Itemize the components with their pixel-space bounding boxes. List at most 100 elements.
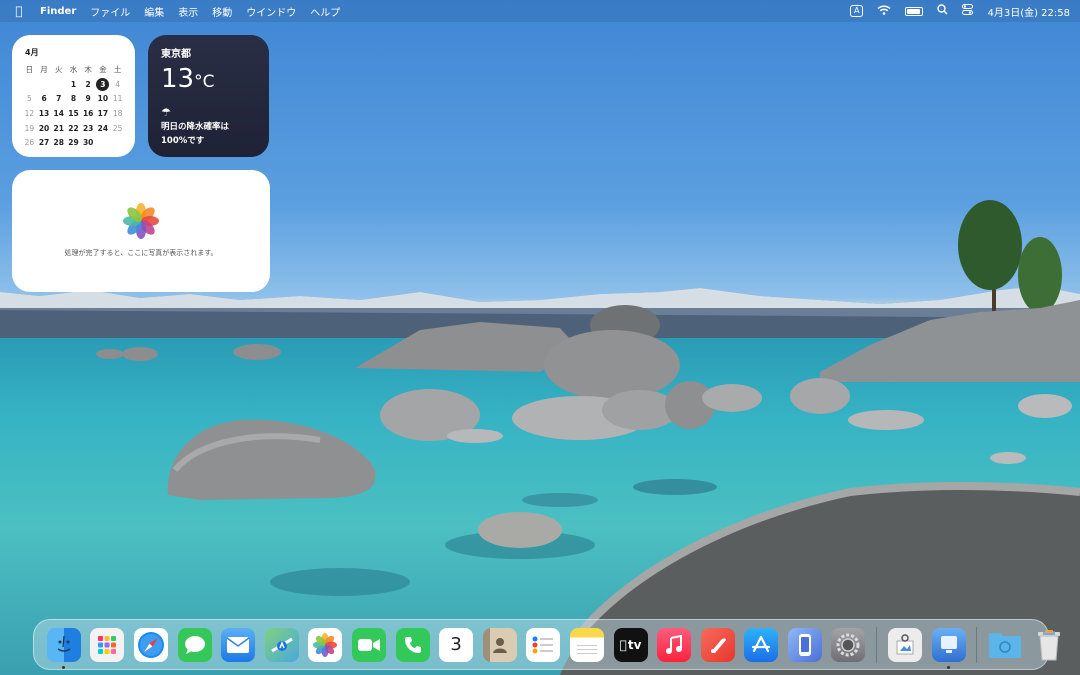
- weather-location: 東京都: [161, 49, 191, 60]
- menu-bar-clock[interactable]: 4月3日(金) 22:58: [987, 4, 1070, 19]
- day-cell: 14: [53, 108, 64, 118]
- weekday-wed: 水: [69, 64, 78, 74]
- weekday-mon: 月: [40, 64, 48, 74]
- photos-icon: [118, 198, 164, 244]
- dock-trash-icon[interactable]: [1032, 628, 1066, 662]
- dock-folder-icon[interactable]: [988, 628, 1022, 662]
- control-center-icon[interactable]: [962, 4, 974, 18]
- dock-iphone-mirroring-icon[interactable]: [787, 627, 822, 662]
- menu-go[interactable]: 移動: [212, 4, 232, 19]
- menu-app-finder[interactable]: Finder: [40, 6, 76, 17]
- day-cell: 4: [115, 79, 120, 89]
- day-cell: 27: [38, 138, 50, 148]
- calendar-month: 4月: [25, 48, 39, 57]
- input-source-icon[interactable]: A: [849, 5, 864, 17]
- menu-file[interactable]: ファイル: [90, 4, 130, 19]
- menu-edit[interactable]: 編集: [144, 4, 164, 19]
- running-indicator: [946, 665, 950, 669]
- day-cell: 11: [112, 94, 123, 104]
- weather-temperature: 13°C: [161, 64, 256, 94]
- dock-contacts-icon[interactable]: [482, 627, 517, 662]
- day-cell: 5: [26, 94, 32, 104]
- day-cell: 1: [70, 79, 77, 89]
- day-cell: 28: [53, 138, 64, 148]
- day-cell: 2: [85, 79, 91, 89]
- dock-messages-icon[interactable]: [177, 627, 212, 662]
- day-cell: 23: [82, 123, 94, 133]
- today-marker: 3: [96, 77, 110, 91]
- day-cell: 16: [82, 108, 94, 118]
- day-cell: [110, 135, 125, 150]
- day-cell: [37, 77, 52, 92]
- day-cell: 19: [24, 123, 35, 133]
- weather-forecast-line2: 100%です: [161, 136, 205, 146]
- day-cell: 18: [112, 108, 123, 118]
- day-cell: 8: [70, 94, 77, 104]
- dock-finder-icon[interactable]: [46, 627, 81, 669]
- dock-apple-tv-icon[interactable]: tv: [613, 627, 648, 662]
- dock-separator: [976, 626, 978, 663]
- day-cell: 12: [24, 108, 35, 118]
- dock-system-settings-icon[interactable]: [831, 627, 866, 662]
- dock: 3 tv: [33, 619, 1060, 670]
- day-cell: 15: [68, 108, 79, 118]
- day-cell: 7: [56, 94, 62, 104]
- dock-calendar-date: 3: [450, 634, 462, 655]
- day-cell: 10: [97, 94, 109, 104]
- day-cell: 30: [82, 138, 94, 148]
- day-cell: 22: [68, 123, 79, 133]
- dock-notes-icon[interactable]: [569, 627, 604, 662]
- day-cell-today: 3: [96, 77, 111, 92]
- dock-maps-icon[interactable]: [264, 627, 299, 662]
- status-area: A 4月3日(金) 22:58: [849, 4, 1070, 19]
- calendar-grid: 日 月 火 水 木 金 土 1 2 3 4 5 6 7 8 9 10 11 12: [22, 62, 125, 150]
- spotlight-icon[interactable]: [937, 4, 948, 18]
- weekday-sat: 土: [113, 64, 122, 74]
- battery-icon[interactable]: [905, 6, 924, 16]
- menu-window[interactable]: ウインドウ: [246, 4, 296, 19]
- dock-music-icon[interactable]: [657, 627, 692, 662]
- weekday-fri: 金: [99, 64, 107, 74]
- menu-bar:  Finder ファイル 編集 表示 移動 ウインドウ ヘルプ A 4月3日(…: [0, 0, 1080, 22]
- weather-widget[interactable]: 東京都 13°C ☂ 明日の降水確率は 100%です: [148, 35, 269, 157]
- apple-logo-icon[interactable]: : [10, 4, 28, 18]
- day-cell: 17: [97, 108, 109, 118]
- dock-separator: [876, 626, 878, 663]
- photos-widget[interactable]: 処理が完了すると、ここに写真が表示されます。: [12, 170, 270, 292]
- day-cell: [22, 77, 37, 92]
- dock-reminders-icon[interactable]: [526, 627, 561, 662]
- dock-app-store-icon[interactable]: [744, 627, 779, 662]
- weekday-thu: 木: [84, 64, 92, 74]
- day-cell: 9: [85, 94, 91, 104]
- wifi-icon[interactable]: [877, 4, 891, 18]
- temperature-unit: °C: [194, 72, 215, 92]
- dock-calendar-icon[interactable]: 3: [439, 627, 474, 662]
- dock-phone-icon[interactable]: [395, 627, 430, 662]
- apple-logo-icon: : [620, 638, 627, 652]
- day-cell: 29: [68, 138, 79, 148]
- dock-launchpad-icon[interactable]: [90, 627, 125, 662]
- temperature-value: 13: [161, 64, 195, 94]
- dock-photos-icon[interactable]: [308, 627, 343, 662]
- photos-widget-message: 処理が完了すると、ここに写真が表示されます。: [64, 249, 218, 257]
- menu-view[interactable]: 表示: [178, 4, 198, 19]
- day-cell: 24: [97, 123, 109, 133]
- dock-news-icon[interactable]: [700, 627, 735, 662]
- dock-facetime-icon[interactable]: [351, 627, 386, 662]
- day-cell: 6: [41, 94, 47, 104]
- dock-screen-sharing-icon[interactable]: [931, 627, 966, 669]
- umbrella-icon: ☂: [161, 106, 171, 119]
- weekday-sun: 日: [25, 64, 34, 74]
- menu-help[interactable]: ヘルプ: [310, 4, 340, 19]
- dock-mail-icon[interactable]: [221, 627, 256, 662]
- dock-safari-icon[interactable]: [133, 627, 168, 662]
- running-indicator: [61, 665, 65, 669]
- day-cell: 13: [38, 108, 50, 118]
- apple-tv-label: tv: [624, 637, 642, 652]
- weekday-tue: 火: [55, 64, 63, 74]
- day-cell: 21: [53, 123, 64, 133]
- weather-forecast-line1: 明日の降水確率は: [161, 122, 230, 132]
- calendar-widget[interactable]: 4月 日 月 火 水 木 金 土 1 2 3 4 5 6 7 8 9 10 11: [12, 35, 135, 157]
- day-cell: 26: [24, 138, 35, 148]
- dock-preview-icon[interactable]: [888, 627, 923, 662]
